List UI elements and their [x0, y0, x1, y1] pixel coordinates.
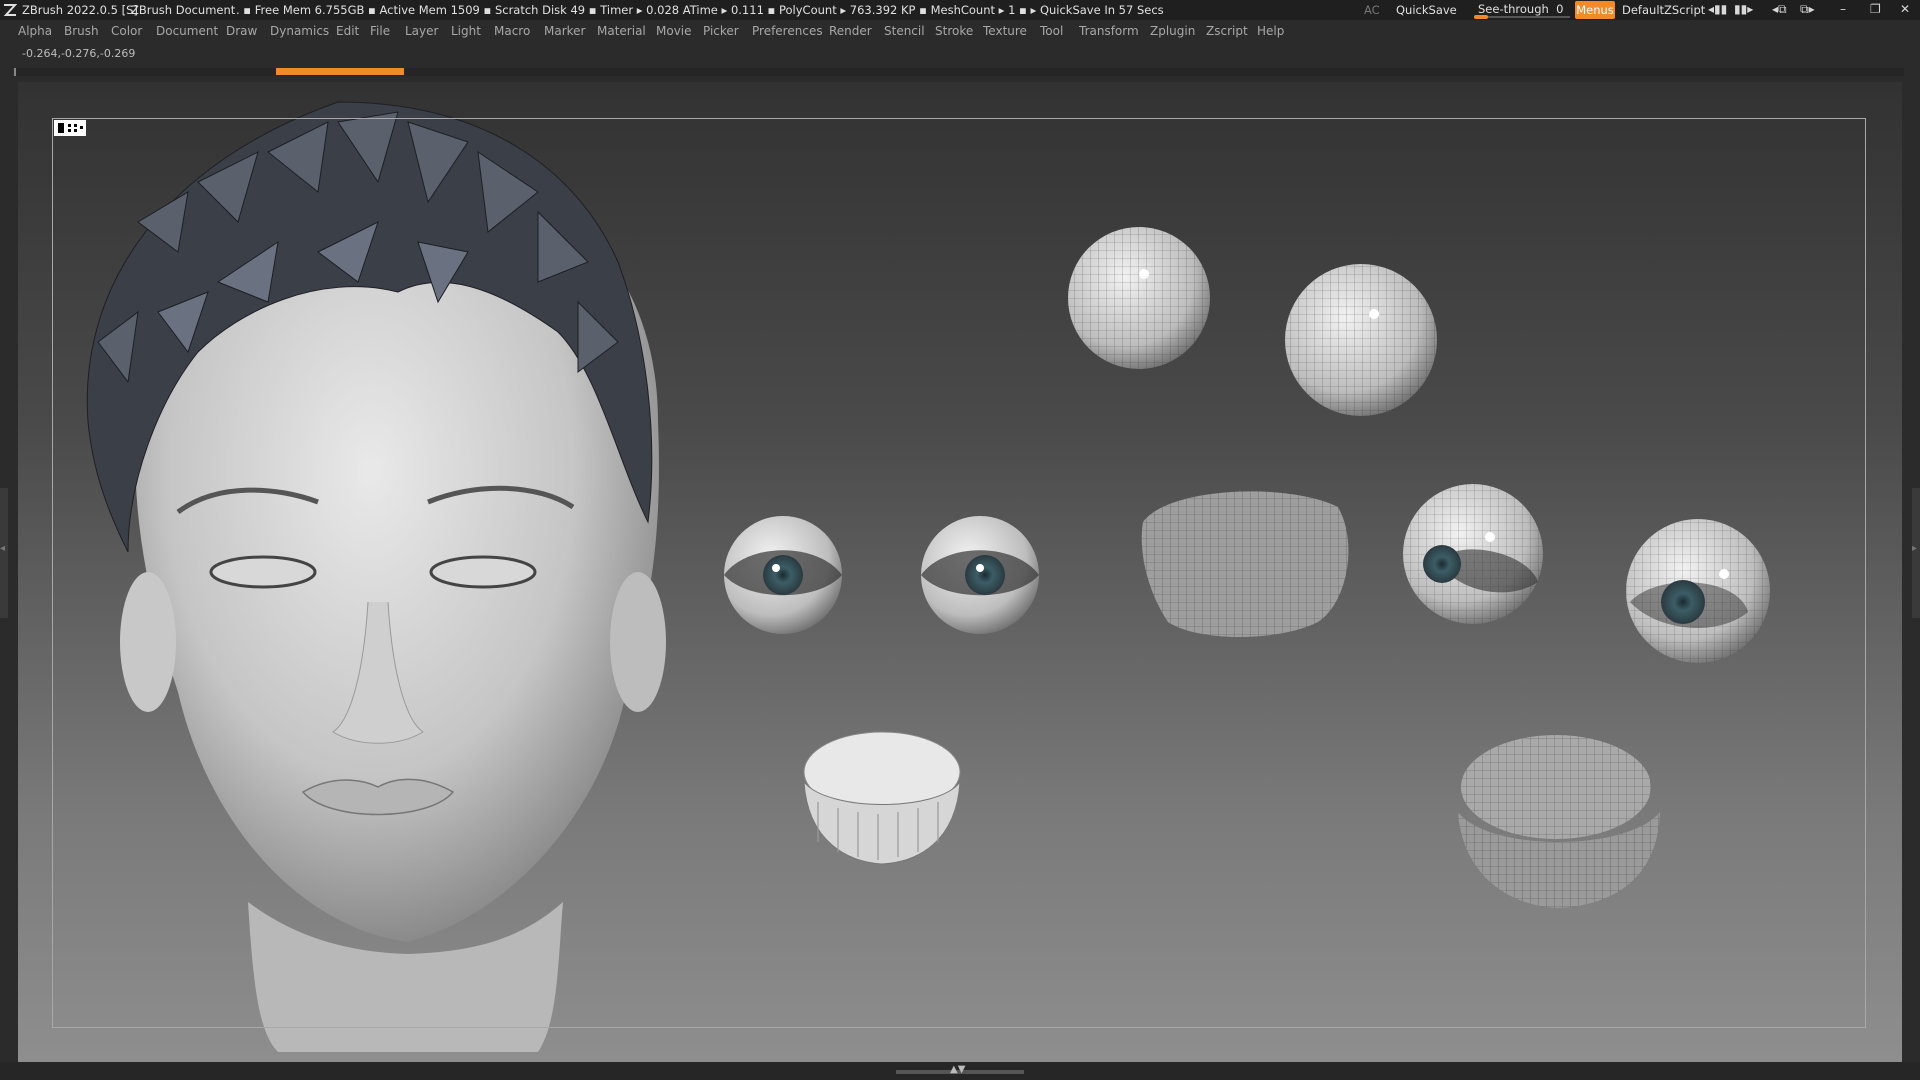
menu-render[interactable]: Render: [829, 24, 872, 38]
menu-zplugin[interactable]: Zplugin: [1150, 24, 1195, 38]
window-arrange-icon[interactable]: ⧉▸: [1800, 2, 1815, 17]
menu-material[interactable]: Material: [597, 24, 646, 38]
minimize-icon[interactable]: –: [1840, 2, 1846, 16]
script-name[interactable]: DefaultZScript: [1622, 3, 1705, 17]
see-through-slider[interactable]: See-through 0: [1474, 1, 1574, 19]
menu-edit[interactable]: Edit: [336, 24, 359, 38]
menu-texture[interactable]: Texture: [983, 24, 1027, 38]
status-stats: . ▪ Free Mem 6.755GB ▪ Active Mem 1509 ▪…: [236, 3, 1164, 17]
main-menu-bar: Alpha Brush Color Document Draw Dynamics Edit F…: [0, 22, 1920, 42]
menu-dynamics[interactable]: Dynamics: [270, 24, 329, 38]
title-bar: ZBrush 2022.0.5 [S] ZBrush Document . ▪ …: [0, 0, 1920, 20]
layout-prev-icon[interactable]: ◂▮▮: [1708, 2, 1727, 16]
document-bounds: [52, 118, 1866, 1028]
menu-zscript[interactable]: Zscript: [1206, 24, 1248, 38]
right-tray-toggle[interactable]: ▸: [1912, 488, 1920, 618]
see-through-label: See-through 0: [1478, 2, 1564, 16]
tray-toggle-icon[interactable]: ▲▼: [950, 1064, 965, 1075]
menu-marker[interactable]: Marker: [544, 24, 585, 38]
menu-movie[interactable]: Movie: [656, 24, 692, 38]
menu-file[interactable]: File: [370, 24, 390, 38]
zbrush-logo-icon: [3, 4, 18, 16]
menu-stroke[interactable]: Stroke: [935, 24, 973, 38]
see-through-knob[interactable]: [1474, 15, 1488, 19]
layout-next-icon[interactable]: ▮▮▸: [1734, 2, 1753, 16]
left-tray-toggle[interactable]: ◂: [0, 488, 8, 618]
menu-help[interactable]: Help: [1257, 24, 1284, 38]
menu-document[interactable]: Document: [156, 24, 218, 38]
window-layout-icon[interactable]: ◂⧉: [1772, 2, 1787, 17]
menu-transform[interactable]: Transform: [1079, 24, 1139, 38]
menus-toggle-button[interactable]: Menus: [1575, 1, 1615, 19]
menu-preferences[interactable]: Preferences: [752, 24, 823, 38]
menu-light[interactable]: Light: [451, 24, 481, 38]
ac-indicator[interactable]: AC: [1364, 3, 1380, 17]
menu-layer[interactable]: Layer: [405, 24, 438, 38]
quicksave-button[interactable]: QuickSave: [1396, 3, 1457, 17]
cursor-coordinates: -0.264,-0.276,-0.269: [22, 47, 136, 60]
menu-macro[interactable]: Macro: [494, 24, 530, 38]
shelf-tick: [14, 68, 16, 76]
floor-grid-icon[interactable]: [54, 120, 86, 136]
menu-tool[interactable]: Tool: [1040, 24, 1063, 38]
app-title: ZBrush 2022.0.5 [S]: [22, 3, 138, 17]
restore-icon[interactable]: ❐: [1870, 2, 1881, 16]
menu-picker[interactable]: Picker: [703, 24, 739, 38]
progress-indicator: [276, 68, 404, 75]
menu-draw[interactable]: Draw: [226, 24, 257, 38]
menu-color[interactable]: Color: [111, 24, 142, 38]
see-through-track: [1474, 16, 1570, 18]
close-icon[interactable]: ✕: [1900, 2, 1910, 16]
menu-brush[interactable]: Brush: [64, 24, 99, 38]
menu-stencil[interactable]: Stencil: [884, 24, 925, 38]
menu-alpha[interactable]: Alpha: [18, 24, 52, 38]
document-title: ZBrush Document: [131, 3, 236, 17]
